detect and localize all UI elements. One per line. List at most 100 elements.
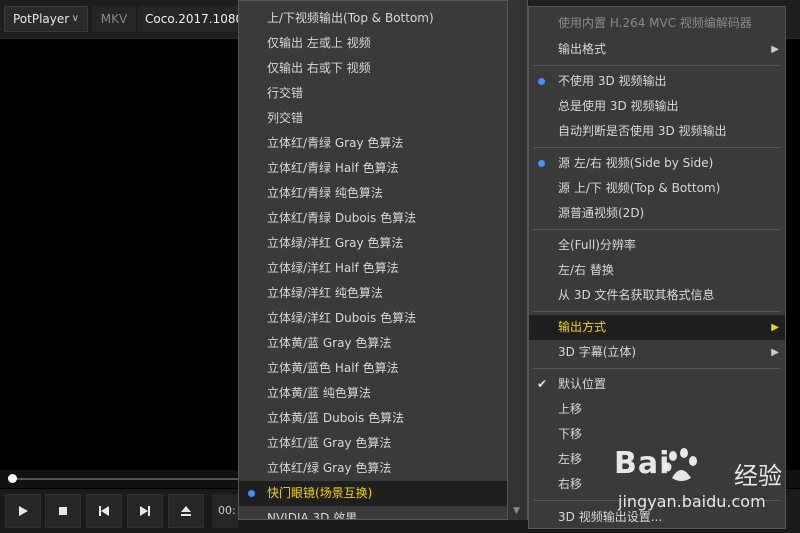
submenu-item-label: 行交错	[267, 86, 304, 100]
menu-item-move-left[interactable]: 左移	[529, 447, 785, 472]
seek-track[interactable]	[12, 478, 238, 480]
submenu-item[interactable]: 立体黄/蓝 Gray 色算法	[239, 331, 507, 356]
menu-item-auto-3d[interactable]: 自动判断是否使用 3D 视频输出	[529, 119, 785, 144]
menu-item-label: 不使用 3D 视频输出	[558, 74, 667, 88]
submenu-item[interactable]: 立体黄/蓝色 Half 色算法	[239, 356, 507, 381]
menu-item-mvc-decoder[interactable]: 使用内置 H.264 MVC 视频编解码器	[529, 11, 785, 36]
arrow-right-icon: ▶	[771, 322, 779, 333]
menu-item-output-format[interactable]: 输出格式 ▶	[529, 37, 785, 62]
skip-back-icon	[99, 506, 109, 516]
menu-item-3d-settings[interactable]: 3D 视频输出设置...	[529, 505, 785, 528]
submenu-item-label: NVIDIA 3D 效果	[267, 511, 358, 520]
menu-item-label: 右移	[558, 477, 583, 491]
menu-item-move-right[interactable]: 右移	[529, 472, 785, 497]
submenu-item-label: 立体红/蓝 Gray 色算法	[267, 436, 392, 450]
menu-item-from-filename[interactable]: 从 3D 文件名获取其格式信息	[529, 283, 785, 308]
submenu-item-label: 立体绿/洋红 纯色算法	[267, 286, 383, 300]
seek-thumb[interactable]	[8, 474, 17, 483]
submenu-item[interactable]: 立体绿/洋红 Dubois 色算法	[239, 306, 507, 331]
menu-item-default-position[interactable]: ✔ 默认位置	[529, 372, 785, 397]
menu-item-label: 默认位置	[558, 377, 607, 391]
previous-button[interactable]	[86, 494, 122, 528]
submenu-item-label: 上/下视频输出(Top & Bottom)	[267, 11, 434, 25]
submenu-item[interactable]: 行交错	[239, 81, 507, 106]
menu-item-always-3d[interactable]: 总是使用 3D 视频输出	[529, 94, 785, 119]
menu-item-label: 自动判断是否使用 3D 视频输出	[558, 124, 727, 138]
submenu-item[interactable]: 立体红/青绿 Half 色算法	[239, 156, 507, 181]
submenu-item-label: 立体绿/洋红 Gray 色算法	[267, 236, 404, 250]
play-button[interactable]	[5, 494, 41, 528]
next-button[interactable]	[127, 494, 163, 528]
menu-item-label: 全(Full)分辨率	[558, 238, 636, 252]
menu-item-label: 左移	[558, 452, 583, 466]
submenu-item-label: 立体红/青绿 Half 色算法	[267, 161, 399, 175]
submenu-item-label: 仅输出 右或下 视频	[267, 61, 371, 75]
time-display: 00:	[212, 494, 238, 528]
menu-item-label: 输出方式	[558, 320, 607, 334]
submenu-scroll-bar[interactable]: ▼	[508, 0, 528, 520]
menu-separator	[533, 65, 781, 66]
play-icon	[19, 506, 28, 516]
arrow-right-icon: ▶	[771, 44, 779, 55]
radio-selected-icon	[538, 78, 545, 85]
submenu-item-label: 列交错	[267, 111, 304, 125]
menu-item-source-sbs[interactable]: 源 左/右 视频(Side by Side)	[529, 151, 785, 176]
menu-separator	[533, 500, 781, 501]
submenu-item[interactable]: 立体红/青绿 纯色算法	[239, 181, 507, 206]
app-menu-button[interactable]: PotPlayer ∨	[4, 6, 88, 32]
submenu-item[interactable]: 仅输出 左或上 视频	[239, 31, 507, 56]
submenu-item-label: 立体红/绿 Gray 色算法	[267, 461, 392, 475]
submenu-item-label: 立体黄/蓝 Gray 色算法	[267, 336, 392, 350]
menu-separator	[533, 229, 781, 230]
output-method-submenu: 上/下视频输出(Top & Bottom) 仅输出 左或上 视频仅输出 右或下 视…	[238, 0, 508, 520]
chevron-down-icon: ∨	[71, 13, 79, 24]
submenu-item-label: 立体黄/蓝 纯色算法	[267, 386, 371, 400]
menu-item-move-up[interactable]: 上移	[529, 397, 785, 422]
eject-button[interactable]	[168, 494, 204, 528]
menu-separator	[533, 368, 781, 369]
submenu-item[interactable]: NVIDIA 3D 效果	[239, 506, 507, 520]
radio-selected-icon	[538, 160, 545, 167]
scroll-down-icon[interactable]: ▼	[513, 506, 520, 516]
menu-separator	[533, 311, 781, 312]
radio-selected-icon	[248, 490, 255, 497]
menu-item-label: 源 左/右 视频(Side by Side)	[558, 156, 714, 170]
menu-item-label: 使用内置 H.264 MVC 视频编解码器	[558, 16, 752, 30]
submenu-item[interactable]: 仅输出 右或下 视频	[239, 56, 507, 81]
submenu-item[interactable]: 立体红/青绿 Gray 色算法	[239, 131, 507, 156]
submenu-item[interactable]: 立体红/青绿 Dubois 色算法	[239, 206, 507, 231]
app-name: PotPlayer	[13, 12, 70, 26]
submenu-item-label: 立体红/青绿 Dubois 色算法	[267, 211, 417, 225]
menu-item-label: 下移	[558, 427, 583, 441]
submenu-item[interactable]: 立体绿/洋红 纯色算法	[239, 281, 507, 306]
menu-item-no-3d[interactable]: 不使用 3D 视频输出	[529, 69, 785, 94]
stop-button[interactable]	[45, 494, 81, 528]
menu-item-swap-lr[interactable]: 左/右 替换	[529, 258, 785, 283]
submenu-item[interactable]: 立体红/绿 Gray 色算法	[239, 456, 507, 481]
stop-icon	[59, 507, 67, 515]
menu-item-move-down[interactable]: 下移	[529, 422, 785, 447]
skip-forward-icon	[140, 506, 150, 516]
menu-item-output-method[interactable]: 输出方式 ▶	[529, 315, 785, 340]
submenu-item[interactable]: 快门眼镜(场景互换)	[239, 481, 507, 506]
submenu-item[interactable]: 立体黄/蓝 纯色算法	[239, 381, 507, 406]
submenu-item[interactable]: 立体绿/洋红 Gray 色算法	[239, 231, 507, 256]
submenu-item[interactable]: 上/下视频输出(Top & Bottom)	[239, 6, 507, 31]
submenu-item-label: 立体红/青绿 Gray 色算法	[267, 136, 404, 150]
submenu-item-label: 立体绿/洋红 Dubois 色算法	[267, 311, 417, 325]
submenu-item-label: 快门眼镜(场景互换)	[267, 486, 373, 500]
submenu-item[interactable]: 列交错	[239, 106, 507, 131]
menu-item-source-tb[interactable]: 源 上/下 视频(Top & Bottom)	[529, 176, 785, 201]
submenu-item-label: 立体红/青绿 纯色算法	[267, 186, 383, 200]
submenu-item-label: 立体绿/洋红 Half 色算法	[267, 261, 399, 275]
3d-context-menu: 使用内置 H.264 MVC 视频编解码器 输出格式 ▶ 不使用 3D 视频输出…	[528, 6, 786, 529]
submenu-item[interactable]: 立体黄/蓝 Dubois 色算法	[239, 406, 507, 431]
menu-item-3d-subtitle[interactable]: 3D 字幕(立体) ▶	[529, 340, 785, 365]
submenu-item-label: 立体黄/蓝色 Half 色算法	[267, 361, 399, 375]
menu-item-full-resolution[interactable]: 全(Full)分辨率	[529, 233, 785, 258]
submenu-item-label: 立体黄/蓝 Dubois 色算法	[267, 411, 405, 425]
submenu-item[interactable]: 立体红/蓝 Gray 色算法	[239, 431, 507, 456]
eject-icon	[181, 506, 191, 516]
submenu-item[interactable]: 立体绿/洋红 Half 色算法	[239, 256, 507, 281]
menu-item-source-2d[interactable]: 源普通视频(2D)	[529, 201, 785, 226]
